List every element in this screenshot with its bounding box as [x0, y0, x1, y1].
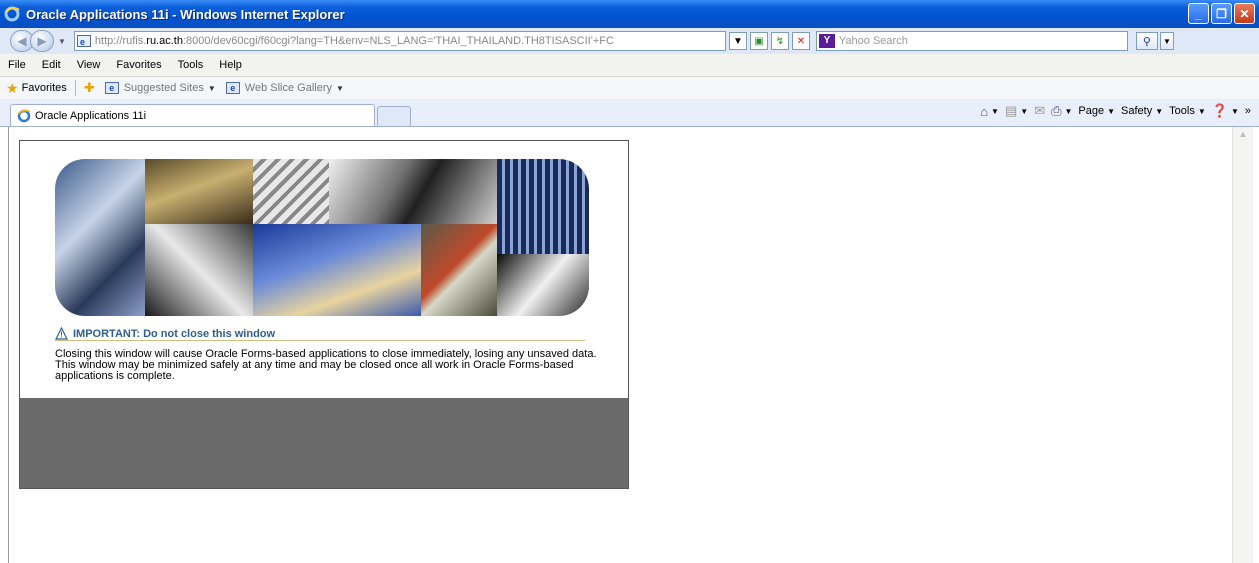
mail-icon: ✉ [1034, 103, 1046, 118]
new-tab-button[interactable] [377, 106, 411, 126]
navigation-bar: ◀ ▶ ▼ e http://rufis.ru.ac.th:8000/dev60… [0, 28, 1259, 54]
rss-icon: ▤ [1004, 103, 1018, 118]
web-slice-gallery-icon: e [225, 82, 240, 94]
page-icon: e [76, 35, 91, 47]
closing-warning-text: Closing this window will cause Oracle Fo… [55, 348, 597, 382]
divider [55, 340, 585, 341]
minimize-button[interactable]: _ [1188, 3, 1209, 24]
search-icon[interactable]: ⚲ [1135, 32, 1158, 50]
toolbar-overflow-button[interactable]: » [1245, 105, 1251, 117]
search-input[interactable]: Y Yahoo Search [815, 31, 1128, 51]
chevron-down-icon[interactable]: ▼ [336, 84, 344, 93]
forward-button[interactable]: ▶ [30, 30, 54, 52]
search-options-dropdown-icon[interactable]: ▼ [1159, 32, 1174, 50]
safety-menu[interactable]: Safety ▼ [1121, 105, 1163, 117]
tab-oracle-applications[interactable]: Oracle Applications 11i [10, 104, 375, 126]
favorites-bar: ★ Favorites ✚ e Suggested Sites ▼ e Web … [0, 77, 1259, 99]
yahoo-logo-icon: Y [818, 34, 835, 48]
stop-icon[interactable]: ✕ [791, 32, 810, 50]
address-url[interactable]: http://rufis.ru.ac.th:8000/dev60cgi/f60c… [95, 35, 614, 47]
add-to-favorites-bar-icon[interactable]: ✚ [84, 80, 95, 96]
window-title: Oracle Applications 11i - Windows Intern… [26, 6, 345, 22]
menu-tools[interactable]: Tools [170, 59, 212, 71]
warning-icon [55, 327, 68, 340]
favorites-button[interactable]: Favorites [22, 82, 67, 94]
divider [74, 80, 76, 96]
tools-menu[interactable]: Tools ▼ [1169, 105, 1206, 117]
menu-help[interactable]: Help [211, 59, 250, 71]
ie-logo-icon [17, 109, 31, 122]
home-icon: ⌂ [980, 103, 989, 119]
important-notice: IMPORTANT: Do not close this window [55, 327, 275, 340]
maximize-button[interactable]: ❐ [1211, 3, 1232, 24]
oracle-launch-panel: IMPORTANT: Do not close this window Clos… [19, 140, 629, 489]
compatibility-view-icon[interactable]: ▣ [749, 32, 768, 50]
menu-file[interactable]: File [0, 59, 34, 71]
print-button[interactable]: ⎙ ▼ [1051, 103, 1072, 119]
search-placeholder: Yahoo Search [838, 35, 908, 47]
menu-favorites[interactable]: Favorites [108, 59, 169, 71]
refresh-icon[interactable]: ↯ [770, 32, 789, 50]
feeds-button[interactable]: ▤ ▼ [1005, 103, 1028, 119]
scroll-up-icon[interactable]: ▲ [1234, 129, 1252, 143]
applet-area [20, 398, 628, 488]
close-button[interactable]: ✕ [1234, 3, 1255, 24]
header-image-collage [55, 159, 589, 316]
home-button[interactable]: ⌂ ▼ [980, 104, 999, 119]
suggested-sites-icon: e [104, 82, 119, 94]
important-heading: IMPORTANT: Do not close this window [73, 327, 276, 340]
recent-pages-dropdown-icon[interactable]: ▼ [58, 37, 66, 46]
suggested-sites-link[interactable]: Suggested Sites [124, 82, 204, 94]
printer-icon: ⎙ [1051, 103, 1062, 118]
menu-view[interactable]: View [69, 59, 109, 71]
favorites-star-icon[interactable]: ★ [6, 80, 19, 97]
help-button[interactable]: ❓ ▼ [1212, 103, 1239, 119]
menu-bar: File Edit View Favorites Tools Help [0, 54, 1259, 77]
tab-label: Oracle Applications 11i [35, 109, 147, 122]
svg-text:e: e [80, 37, 85, 47]
chevron-down-icon[interactable]: ▼ [208, 84, 216, 93]
web-slice-gallery-link[interactable]: Web Slice Gallery [245, 82, 332, 94]
vertical-scrollbar[interactable]: ▲ [1232, 127, 1253, 563]
read-mail-button[interactable]: ✉ [1034, 103, 1045, 119]
window-title-bar[interactable]: Oracle Applications 11i - Windows Intern… [0, 0, 1259, 28]
ie-logo-icon [4, 6, 20, 22]
menu-edit[interactable]: Edit [34, 59, 69, 71]
page-menu[interactable]: Page ▼ [1078, 105, 1115, 117]
address-bar[interactable]: e http://rufis.ru.ac.th:8000/dev60cgi/f6… [73, 31, 726, 51]
help-icon: ❓ [1211, 103, 1228, 118]
address-dropdown-button[interactable]: ▼ [728, 32, 747, 50]
command-bar: ⌂ ▼ ▤ ▼ ✉ ⎙ ▼ Page ▼ Safety ▼ Tools ▼ ❓ ▼ » [980, 103, 1251, 119]
